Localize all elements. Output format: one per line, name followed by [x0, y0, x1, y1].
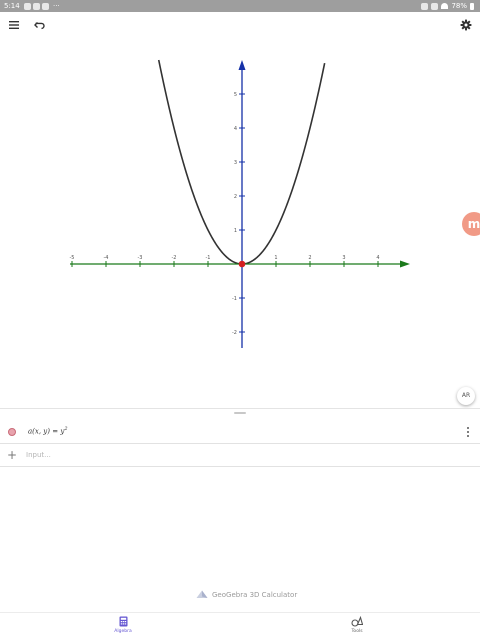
gear-icon: [460, 19, 472, 31]
y-tick-label: -1: [232, 296, 237, 302]
y-tick-label: 1: [234, 228, 237, 234]
algebra-formula[interactable]: a(x, y) = y2: [28, 426, 68, 435]
graph-canvas[interactable]: -5 -4 -3 -2 -1 1 2 3 4 5 4 3 2 1 -1 -2: [0, 40, 480, 408]
battery-icon: [470, 2, 474, 10]
x-tick-label: -3: [138, 255, 143, 261]
status-right: 78%: [421, 0, 474, 12]
y-axis-arrow: [238, 60, 246, 70]
algebra-item[interactable]: a(x, y) = y2: [0, 420, 480, 444]
nav-tools[interactable]: Tools: [327, 616, 387, 640]
more-dot: [467, 431, 469, 433]
notification-icons: ···: [24, 0, 60, 12]
undo-button[interactable]: [31, 16, 49, 34]
wifi-icon: [441, 3, 449, 9]
mute-icon: [431, 2, 439, 10]
origin-point[interactable]: [238, 260, 246, 268]
undo-icon: [34, 22, 45, 30]
app-brand: GeoGebra 3D Calculator: [196, 590, 297, 599]
visibility-toggle[interactable]: [8, 428, 16, 436]
x-tick-label: -4: [104, 255, 109, 261]
ar-button[interactable]: AR: [457, 387, 475, 405]
x-tick-label: 4: [376, 255, 379, 261]
more-dot: [467, 427, 469, 429]
algebra-input-row[interactable]: +: [0, 445, 480, 467]
notification-icon: [33, 2, 40, 10]
notification-icon: [24, 2, 31, 10]
add-icon[interactable]: +: [6, 448, 18, 462]
nav-tools-label: Tools: [351, 629, 363, 634]
x-axis-arrow: [400, 260, 410, 268]
x-tick-label: 2: [308, 255, 311, 261]
geogebra-3d-logo-icon: [196, 590, 208, 598]
more-dot: [467, 435, 469, 437]
x-tick-label: 3: [342, 255, 345, 261]
y-tick-label: 4: [234, 126, 237, 132]
algebra-input[interactable]: [26, 447, 476, 463]
x-tick-label: -1: [206, 255, 211, 261]
x-tick-label: -5: [70, 255, 75, 261]
object-name: a(x, y): [28, 427, 50, 436]
formula-exponent: 2: [64, 426, 68, 432]
y-tick-label: -2: [232, 330, 237, 336]
view-divider: [0, 408, 480, 409]
y-tick-label: 3: [234, 160, 237, 166]
assistant-badge[interactable]: m: [462, 212, 480, 236]
equals-sign: =: [52, 427, 59, 436]
more-options-button[interactable]: [464, 426, 472, 438]
geogebra-app: 5:14 ··· 78% -5 -4 -3 -2 -1 1 2 3 4 5 4 …: [0, 0, 480, 640]
y-tick-label: 5: [234, 92, 237, 98]
tools-icon: [351, 616, 363, 627]
settings-button[interactable]: [457, 16, 475, 34]
alarm-icon: [421, 2, 429, 10]
y-tick-label: 2: [234, 194, 237, 200]
panel-drag-handle[interactable]: [234, 412, 246, 414]
menu-button[interactable]: [5, 16, 23, 34]
x-tick-label: -2: [172, 255, 177, 261]
more-notifications: ···: [53, 2, 60, 10]
nav-algebra[interactable]: Algebra: [93, 616, 153, 640]
graphics-view[interactable]: -5 -4 -3 -2 -1 1 2 3 4 5 4 3 2 1 -1 -2: [0, 40, 480, 408]
battery-level: 78%: [451, 2, 467, 10]
image-icon: [42, 2, 49, 10]
menu-icon: [9, 21, 19, 29]
status-bar: 5:14 ··· 78%: [0, 0, 480, 12]
x-tick-label: 1: [274, 255, 277, 261]
calculator-icon: [119, 616, 127, 627]
brand-label: GeoGebra 3D Calculator: [212, 590, 298, 599]
nav-algebra-label: Algebra: [114, 629, 132, 634]
status-time: 5:14: [4, 2, 20, 10]
bottom-navigation: Algebra Tools: [0, 612, 480, 640]
